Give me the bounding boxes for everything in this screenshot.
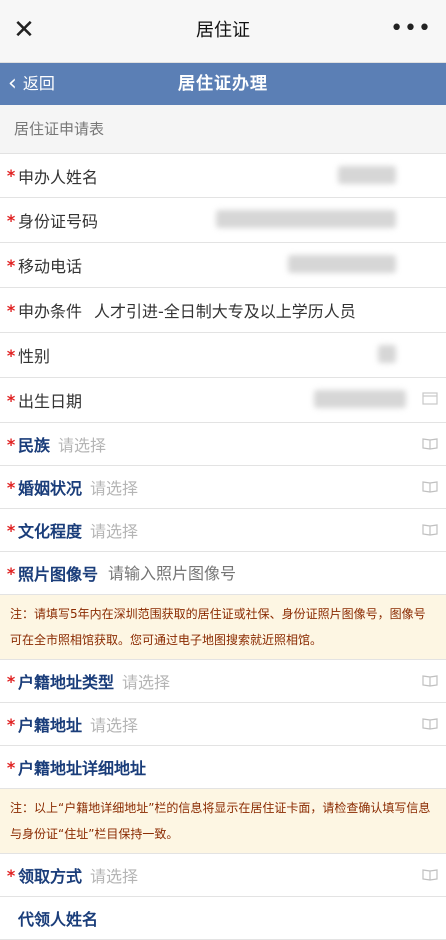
required-mark: *: [6, 300, 16, 320]
calendar-icon[interactable]: [422, 391, 438, 405]
marital-status-field[interactable]: * 婚姻状况 请选择: [0, 466, 446, 509]
field-label: 性别: [18, 347, 51, 366]
field-label: 户籍地址类型: [18, 673, 115, 692]
address-note: 注：以上“户籍地详细地址”栏的信息将显示在居住证卡面，请检查确认填写信息与身份证…: [0, 789, 446, 854]
household-type-placeholder: 请选择: [122, 673, 171, 692]
book-icon: [422, 438, 438, 450]
field-label: 领取方式: [18, 867, 83, 886]
redacted-value: [216, 210, 396, 228]
field-label: 婚姻状况: [18, 479, 83, 498]
window-title: 居住证: [196, 20, 250, 41]
field-label: 申办人姓名: [18, 167, 99, 187]
photo-number-field[interactable]: * 照片图像号: [0, 552, 446, 595]
required-mark: *: [6, 166, 16, 185]
photo-number-input[interactable]: [106, 562, 311, 584]
field-label: 身份证号码: [18, 212, 99, 231]
field-label: 文化程度: [18, 522, 83, 541]
redacted-value: [288, 255, 396, 273]
required-mark: *: [6, 345, 16, 365]
field-label: 申办条件: [18, 302, 83, 321]
field-label: 移动电话: [18, 257, 83, 276]
nav-bar: ‹ 返回 居住证办理: [0, 63, 446, 105]
required-mark: *: [6, 563, 16, 583]
household-address-type-field[interactable]: * 户籍地址类型 请选择: [0, 660, 446, 703]
household-address-field[interactable]: * 户籍地址 请选择: [0, 703, 446, 746]
redacted-value: [338, 166, 396, 184]
book-icon: [422, 675, 438, 687]
required-mark: *: [6, 671, 16, 691]
field-label: 户籍地址详细地址: [18, 759, 147, 778]
required-mark: *: [6, 714, 16, 734]
required-mark: *: [6, 210, 16, 230]
marital-placeholder: 请选择: [90, 479, 139, 498]
required-mark: *: [6, 865, 16, 885]
proxy-name-field[interactable]: 代领人姓名: [0, 897, 446, 940]
page-title: 居住证办理: [178, 74, 268, 94]
mobile-field[interactable]: * 移动电话: [0, 243, 446, 288]
book-icon: [422, 869, 438, 881]
required-mark: *: [6, 477, 16, 497]
book-icon: [422, 524, 438, 536]
title-bar: ✕ 居住证 •••: [0, 0, 446, 63]
ethnicity-placeholder: 请选择: [58, 436, 107, 455]
education-placeholder: 请选择: [90, 522, 139, 541]
id-number-field[interactable]: * 身份证号码: [0, 198, 446, 243]
household-detail-field[interactable]: * 户籍地址详细地址: [0, 746, 446, 789]
required-mark: *: [6, 255, 16, 275]
ethnicity-field[interactable]: * 民族 请选择: [0, 423, 446, 466]
education-field[interactable]: * 文化程度 请选择: [0, 509, 446, 552]
field-label: 照片图像号: [18, 565, 99, 584]
photo-note: 注：请填写5年内在深圳范围获取的居住证或社保、身份证照片图像号，图像号可在全市照…: [0, 595, 446, 660]
condition-field[interactable]: * 申办条件 人才引进-全日制大专及以上学历人员: [0, 288, 446, 333]
required-mark: *: [6, 390, 16, 410]
pickup-placeholder: 请选择: [90, 867, 139, 886]
field-label: 出生日期: [18, 392, 83, 411]
applicant-name-field[interactable]: * 申办人姓名: [0, 154, 446, 198]
required-mark: *: [6, 757, 16, 777]
field-label: 代领人姓名: [18, 910, 99, 929]
redacted-value: [378, 345, 396, 363]
household-address-placeholder: 请选择: [90, 716, 139, 735]
redacted-value: [314, 390, 406, 408]
pickup-method-field[interactable]: * 领取方式 请选择: [0, 854, 446, 897]
required-mark: *: [6, 520, 16, 540]
gender-field[interactable]: * 性别: [0, 333, 446, 378]
required-mark: *: [6, 434, 16, 454]
field-label: 户籍地址: [18, 716, 83, 735]
form-section-title: 居住证申请表: [0, 105, 446, 154]
birth-date-field[interactable]: * 出生日期: [0, 378, 446, 423]
book-icon: [422, 718, 438, 730]
field-label: 民族: [18, 436, 51, 455]
more-icon[interactable]: •••: [390, 18, 432, 40]
book-icon: [422, 481, 438, 493]
condition-value: 人才引进-全日制大专及以上学历人员: [94, 302, 356, 321]
